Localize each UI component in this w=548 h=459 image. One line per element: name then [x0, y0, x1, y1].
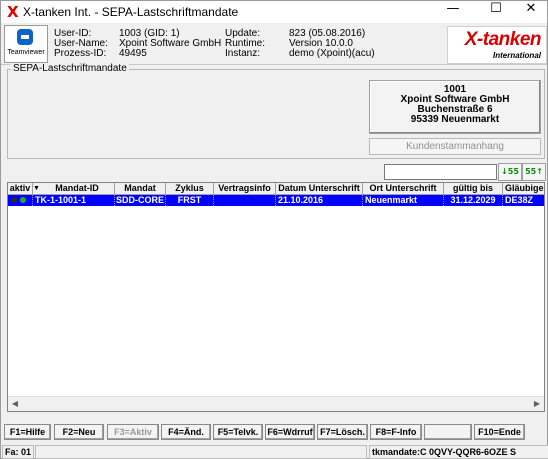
search-up-label: 55↑ — [525, 167, 543, 176]
f9-empty-button[interactable] — [424, 424, 472, 440]
scroll-left-icon[interactable]: ◀ — [8, 397, 22, 411]
customer-city: 95339 Neuenmarkt — [410, 114, 500, 125]
f10-ende-button[interactable]: F10=Ende — [474, 424, 525, 440]
mandate-table[interactable]: aktiv ▼ Mandat-ID Mandat Zyklus Vertrags… — [7, 182, 545, 412]
kundenstammanhang-button[interactable]: Kundenstammanhang — [369, 138, 541, 155]
f4-aendern-button[interactable]: F4=Änd. — [161, 424, 211, 440]
horizontal-scrollbar[interactable]: ◀ ▶ — [8, 396, 544, 411]
cell-glaeubiger: DE38Z — [505, 195, 534, 205]
logo-sub-text: International — [492, 51, 541, 60]
cell-gueltig-bis: 31.12.2029 — [444, 195, 503, 206]
col-ort-unterschrift[interactable]: Ort Unterschrift — [363, 183, 444, 195]
cell-vertragsinfo — [214, 195, 276, 206]
search-input[interactable] — [384, 164, 497, 180]
cell-ort: Neuenmarkt — [363, 195, 444, 206]
teamviewer-button[interactable]: Teamviewer — [4, 25, 48, 63]
col-glaeubiger[interactable]: Gläubiger — [503, 183, 544, 195]
customer-address-button[interactable]: 1001 Xpoint Software GmbH Buchenstraße 6… — [369, 80, 541, 134]
cell-zyklus: FRST — [166, 195, 214, 206]
teamviewer-label: Teamviewer — [7, 49, 45, 56]
sort-desc-icon[interactable]: ▼ — [33, 183, 40, 195]
table-row[interactable]: TK-1-1001-1 SDD-CORE FRST 21.10.2016 Neu… — [8, 195, 544, 206]
search-up-button[interactable]: 55↑ — [522, 163, 546, 181]
f5-telvk-button[interactable]: F5=Telvk. — [213, 424, 263, 440]
minimize-button[interactable]: — — [437, 1, 469, 23]
cell-mandat: SDD-CORE — [115, 195, 166, 206]
teamviewer-icon — [17, 29, 33, 45]
maximize-button[interactable]: ☐ — [480, 1, 512, 23]
search-down-label: ↓55 — [501, 167, 519, 176]
cell-aktiv — [8, 195, 33, 206]
inactive-indicator-icon — [11, 197, 17, 203]
status-program: tkmandate:C 0QVY-QQR6-6OZE S — [369, 445, 548, 459]
active-indicator-icon — [20, 197, 26, 203]
col-zyklus[interactable]: Zyklus — [166, 183, 214, 195]
f6-wdrruf-button[interactable]: F6=Wdrruf — [265, 424, 315, 440]
f8-finfo-button[interactable]: F8=F-Info — [370, 424, 422, 440]
application-window: X X-tanken Int. - SEPA-Lastschriftmandat… — [0, 0, 548, 459]
f2-neu-button[interactable]: F2=Neu — [54, 424, 104, 440]
info-header: Teamviewer User-ID: 1003 (GID: 1) User-N… — [1, 24, 547, 65]
table-header: aktiv ▼ Mandat-ID Mandat Zyklus Vertrags… — [8, 183, 544, 195]
f7-loeschen-button[interactable]: F7=Lösch. — [317, 424, 368, 440]
x-tanken-logo: X-tanken International — [447, 26, 547, 64]
f1-hilfe-button[interactable]: F1=Hilfe — [4, 424, 51, 440]
logo-main-text: X-tanken — [464, 29, 542, 50]
col-datum-unterschrift[interactable]: Datum Unterschrift — [276, 183, 363, 195]
instanz-value: demo (Xpoint)(acu) — [289, 48, 375, 59]
title-bar[interactable]: X X-tanken Int. - SEPA-Lastschriftmandat… — [1, 1, 547, 23]
col-gueltig-bis[interactable]: gültig bis — [444, 183, 503, 195]
scroll-right-icon[interactable]: ▶ — [530, 397, 544, 411]
col-aktiv[interactable]: aktiv — [8, 183, 33, 195]
col-vertragsinfo[interactable]: Vertragsinfo — [214, 183, 276, 195]
search-down-button[interactable]: ↓55 — [498, 163, 522, 181]
prozess-id-value: 49495 — [119, 48, 147, 59]
col-mandat[interactable]: Mandat — [115, 183, 166, 195]
app-x-icon: X — [7, 3, 19, 21]
f3-aktiv-button[interactable]: F3=Aktiv — [107, 424, 159, 440]
status-company: Fa: 01 — [2, 445, 34, 459]
groupbox-title: SEPA-Lastschriftmandate — [11, 63, 129, 74]
instanz-label: Instanz: — [225, 48, 261, 59]
cell-mandat-id: TK-1-1001-1 — [33, 195, 115, 206]
col-mandat-id[interactable]: Mandat-ID — [40, 183, 115, 195]
window-title: X-tanken Int. - SEPA-Lastschriftmandate — [23, 5, 239, 19]
close-button[interactable]: ✕ — [515, 1, 547, 23]
prozess-id-label: Prozess-ID: — [54, 48, 107, 59]
cell-datum: 21.10.2016 — [276, 195, 363, 206]
status-empty-panel — [35, 445, 367, 459]
